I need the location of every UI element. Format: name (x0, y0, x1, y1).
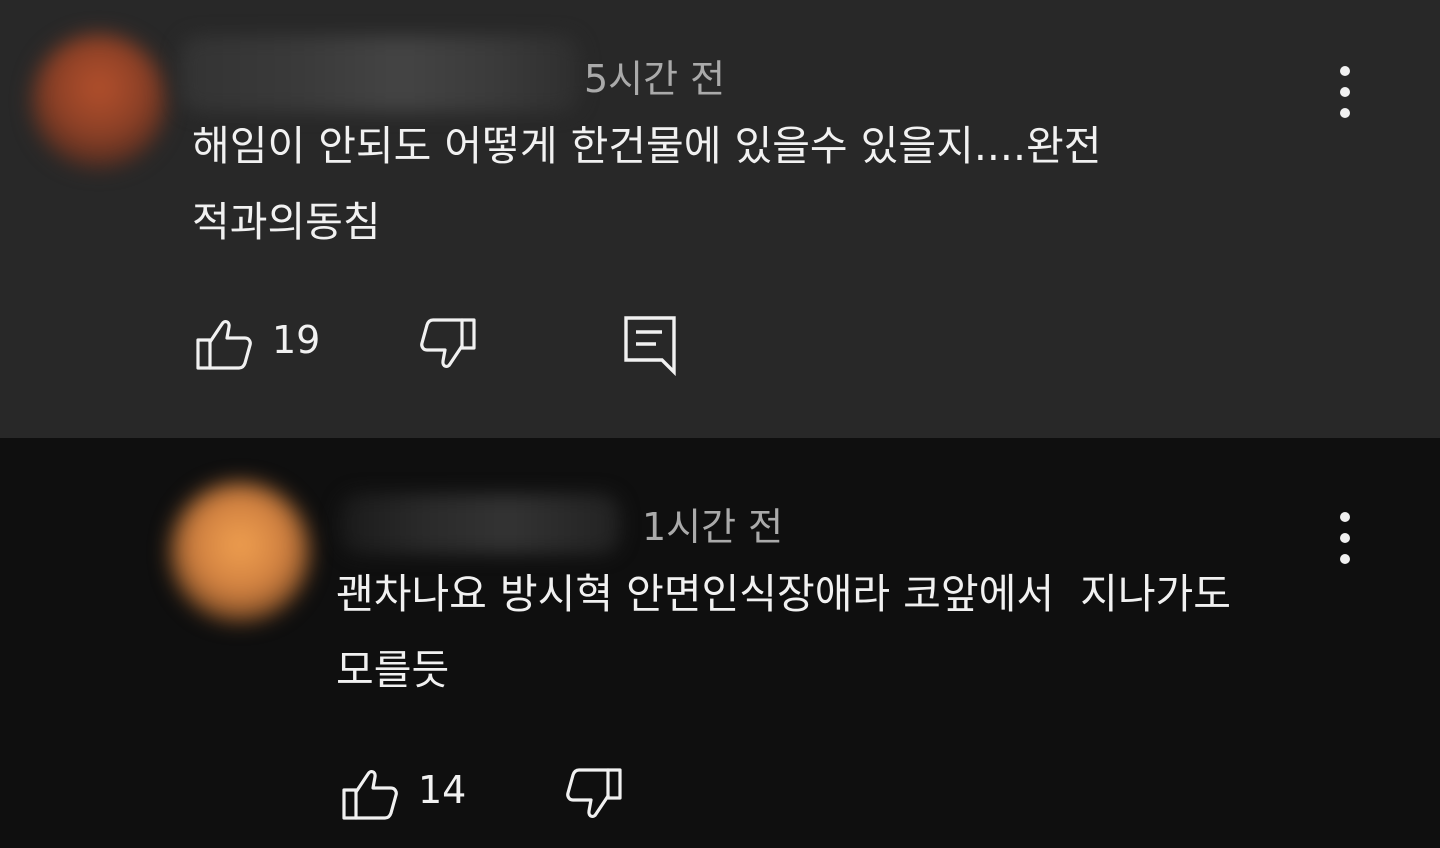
avatar[interactable] (170, 482, 310, 622)
like-count: 14 (418, 768, 467, 812)
author-name-redacted[interactable] (180, 36, 580, 112)
author-name-redacted[interactable] (340, 494, 620, 554)
like-button[interactable] (336, 762, 400, 826)
comment-timestamp: 5시간 전 (584, 57, 726, 101)
comment-item: 1시간 전 괜차나요 방시혁 안면인식장애라 코앞에서 지나가도 모를듯 14 (0, 438, 1440, 848)
comment-text: 해임이 안되도 어떻게 한건물에 있을수 있을지....완전 적과의동침 (192, 122, 1102, 246)
thumb-down-icon (566, 768, 622, 818)
thumb-down-icon (420, 318, 476, 368)
more-vertical-icon (1340, 66, 1350, 76)
like-button[interactable] (190, 312, 254, 376)
comment-item: 5시간 전 해임이 안되도 어떻게 한건물에 있을수 있을지....완전 적과의… (0, 0, 1440, 438)
more-options-button[interactable] (1330, 62, 1360, 122)
avatar[interactable] (32, 34, 166, 168)
comment-reply-icon (624, 316, 676, 376)
thumb-up-icon (196, 320, 252, 370)
like-count: 19 (272, 318, 321, 362)
comment-text: 괜차나요 방시혁 안면인식장애라 코앞에서 지나가도 모를듯 (336, 570, 1232, 694)
more-vertical-icon (1340, 512, 1350, 522)
comment-timestamp: 1시간 전 (642, 505, 784, 549)
dislike-button[interactable] (564, 762, 628, 826)
comments-screen: 5시간 전 해임이 안되도 어떻게 한건물에 있을수 있을지....완전 적과의… (0, 0, 1440, 848)
thumb-up-icon (342, 770, 398, 820)
dislike-button[interactable] (418, 312, 482, 376)
reply-button[interactable] (618, 312, 682, 376)
